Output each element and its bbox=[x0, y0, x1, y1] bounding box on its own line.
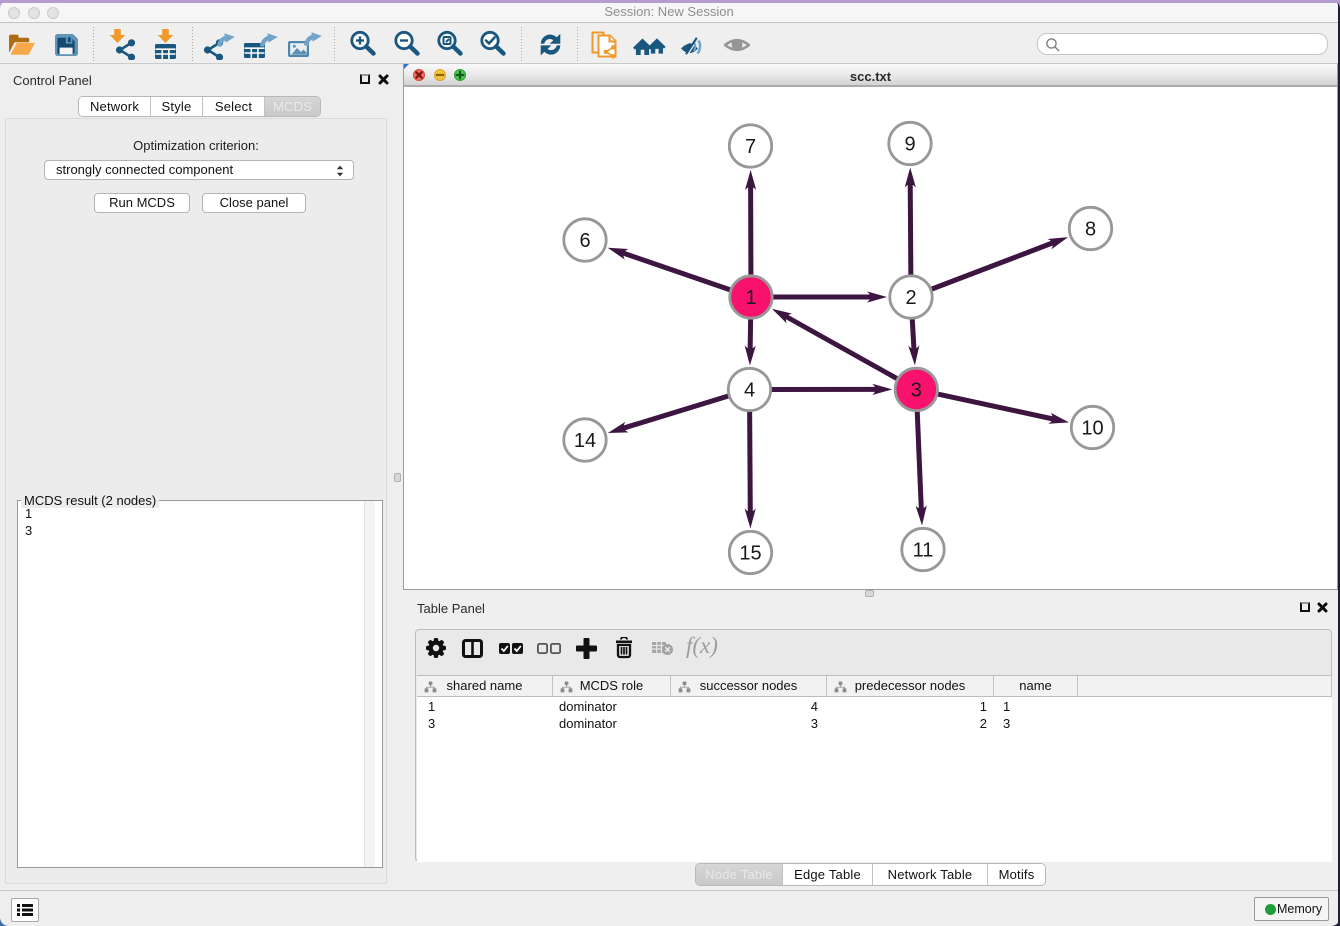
svg-text:15: 15 bbox=[739, 543, 761, 565]
svg-text:3: 3 bbox=[911, 379, 922, 401]
svg-text:7: 7 bbox=[745, 136, 756, 158]
svg-text:8: 8 bbox=[1085, 219, 1096, 241]
svg-text:14: 14 bbox=[574, 430, 596, 452]
svg-text:6: 6 bbox=[579, 230, 590, 252]
svg-text:4: 4 bbox=[744, 380, 755, 402]
svg-text:1: 1 bbox=[745, 287, 756, 309]
svg-text:2: 2 bbox=[905, 287, 916, 309]
svg-text:11: 11 bbox=[913, 540, 934, 562]
svg-text:10: 10 bbox=[1081, 418, 1103, 440]
svg-text:9: 9 bbox=[904, 134, 915, 156]
